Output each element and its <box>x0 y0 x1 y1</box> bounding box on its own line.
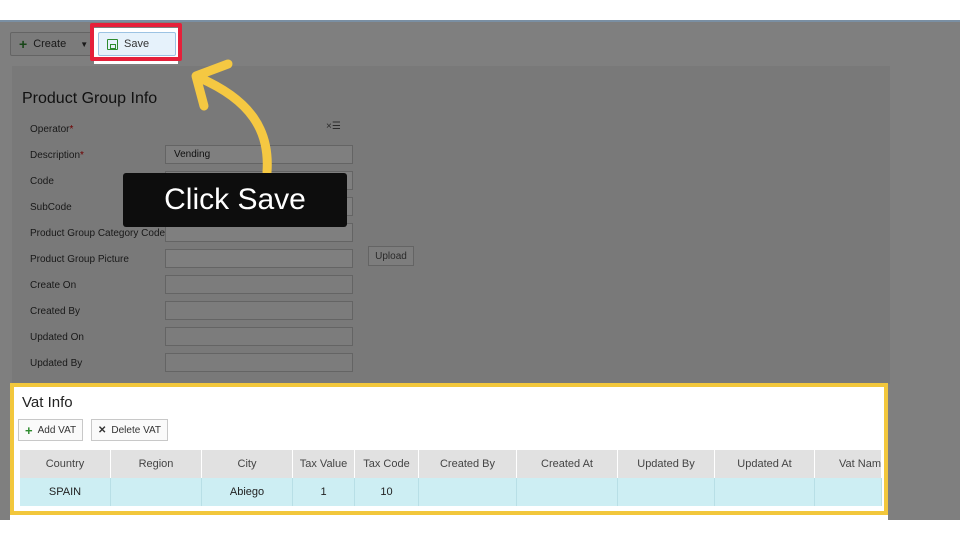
screen: + Create ▼ Save Product Group Info Opera… <box>0 0 960 540</box>
bottom-strip <box>0 520 960 540</box>
tutorial-callout: Click Save <box>123 173 347 227</box>
tutorial-arrow-icon <box>191 59 272 177</box>
